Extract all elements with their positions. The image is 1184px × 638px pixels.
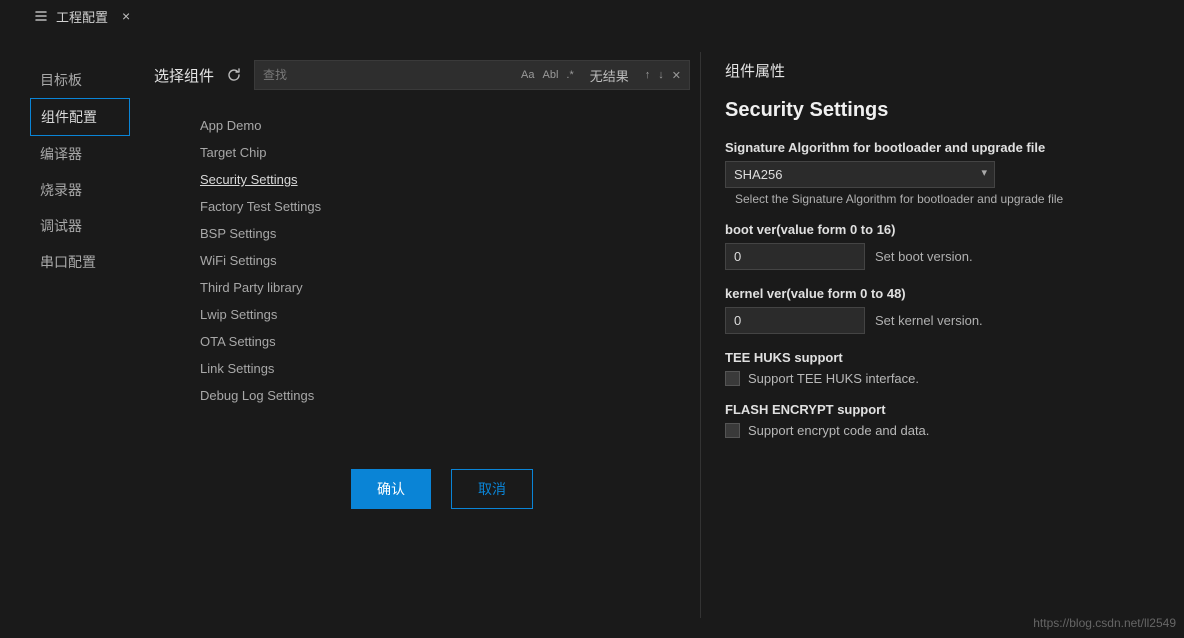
- search-nav: ↑ ↓ ✕: [645, 69, 681, 82]
- prev-match-icon[interactable]: ↑: [645, 69, 651, 81]
- sidebar-item-serial-config[interactable]: 串口配置: [30, 244, 130, 280]
- search-options: Aa Abl .*: [521, 69, 574, 81]
- list-item[interactable]: Target Chip: [200, 139, 690, 166]
- list-item[interactable]: App Demo: [200, 112, 690, 139]
- flash-encrypt-field: FLASH ENCRYPT support Support encrypt co…: [725, 402, 1164, 438]
- signature-help: Select the Signature Algorithm for bootl…: [725, 192, 1164, 206]
- boot-ver-desc: Set boot version.: [875, 249, 973, 264]
- list-item[interactable]: OTA Settings: [200, 328, 690, 355]
- sidebar: 目标板 组件配置 编译器 烧录器 调试器 串口配置: [0, 32, 130, 638]
- list-icon: [34, 9, 48, 23]
- list-item[interactable]: Lwip Settings: [200, 301, 690, 328]
- sidebar-item-component-config[interactable]: 组件配置: [30, 98, 130, 136]
- properties-section-title: 组件属性: [725, 60, 1164, 81]
- search-bar: Aa Abl .* 无结果 ↑ ↓ ✕: [254, 60, 690, 90]
- confirm-button[interactable]: 确认: [351, 469, 431, 509]
- list-item[interactable]: Third Party library: [200, 274, 690, 301]
- signature-field: Signature Algorithm for bootloader and u…: [725, 140, 1164, 206]
- tab-bar: 工程配置 ×: [0, 0, 1184, 32]
- center-title: 选择组件: [154, 65, 214, 86]
- flash-encrypt-label: FLASH ENCRYPT support: [725, 402, 1164, 417]
- sidebar-item-flasher[interactable]: 烧录器: [30, 172, 130, 208]
- match-word-icon[interactable]: Abl: [543, 69, 559, 81]
- properties-panel: 组件属性 Security Settings Signature Algorit…: [701, 32, 1184, 638]
- signature-label: Signature Algorithm for bootloader and u…: [725, 140, 1164, 155]
- center-header: 选择组件 Aa Abl .* 无结果 ↑ ↓ ✕: [154, 60, 690, 90]
- boot-ver-label: boot ver(value form 0 to 16): [725, 222, 1164, 237]
- list-item[interactable]: BSP Settings: [200, 220, 690, 247]
- list-item[interactable]: Factory Test Settings: [200, 193, 690, 220]
- flash-encrypt-checkbox[interactable]: [725, 423, 740, 438]
- kernel-ver-input[interactable]: [725, 307, 865, 334]
- no-result-label: 无结果: [590, 66, 629, 85]
- list-item[interactable]: Debug Log Settings: [200, 382, 690, 409]
- sidebar-item-compiler[interactable]: 编译器: [30, 136, 130, 172]
- tee-huks-label: TEE HUKS support: [725, 350, 1164, 365]
- sidebar-item-target-board[interactable]: 目标板: [30, 62, 130, 98]
- sidebar-item-debugger[interactable]: 调试器: [30, 208, 130, 244]
- component-list: App Demo Target Chip Security Settings F…: [154, 112, 690, 409]
- boot-ver-input[interactable]: [725, 243, 865, 270]
- cancel-button[interactable]: 取消: [451, 469, 533, 509]
- signature-select-wrap: SHA256: [725, 161, 995, 188]
- kernel-ver-desc: Set kernel version.: [875, 313, 983, 328]
- match-case-icon[interactable]: Aa: [521, 69, 534, 81]
- tab-title: 工程配置: [56, 7, 108, 26]
- signature-select[interactable]: SHA256: [725, 161, 995, 188]
- list-item[interactable]: WiFi Settings: [200, 247, 690, 274]
- kernel-ver-field: kernel ver(value form 0 to 48) Set kerne…: [725, 286, 1164, 334]
- list-item-security-settings[interactable]: Security Settings: [200, 166, 690, 193]
- boot-ver-field: boot ver(value form 0 to 16) Set boot ve…: [725, 222, 1164, 270]
- search-input[interactable]: [263, 68, 511, 82]
- center-panel: 选择组件 Aa Abl .* 无结果 ↑ ↓ ✕ App Demo: [130, 32, 700, 638]
- close-icon[interactable]: ×: [122, 8, 130, 24]
- tab-project-config[interactable]: 工程配置 ×: [24, 1, 140, 32]
- close-search-icon[interactable]: ✕: [672, 69, 681, 82]
- properties-title: Security Settings: [725, 99, 1164, 122]
- regex-icon[interactable]: .*: [566, 69, 573, 81]
- tee-huks-check-label: Support TEE HUKS interface.: [748, 371, 919, 386]
- main-layout: 目标板 组件配置 编译器 烧录器 调试器 串口配置 选择组件 Aa Abl .*…: [0, 32, 1184, 638]
- refresh-icon[interactable]: [226, 67, 242, 83]
- button-row: 确认 取消: [154, 469, 690, 509]
- tee-huks-field: TEE HUKS support Support TEE HUKS interf…: [725, 350, 1164, 386]
- flash-encrypt-check-label: Support encrypt code and data.: [748, 423, 929, 438]
- watermark: https://blog.csdn.net/ll2549: [1033, 616, 1176, 630]
- tee-huks-checkbox[interactable]: [725, 371, 740, 386]
- kernel-ver-label: kernel ver(value form 0 to 48): [725, 286, 1164, 301]
- list-item[interactable]: Link Settings: [200, 355, 690, 382]
- next-match-icon[interactable]: ↓: [658, 69, 664, 81]
